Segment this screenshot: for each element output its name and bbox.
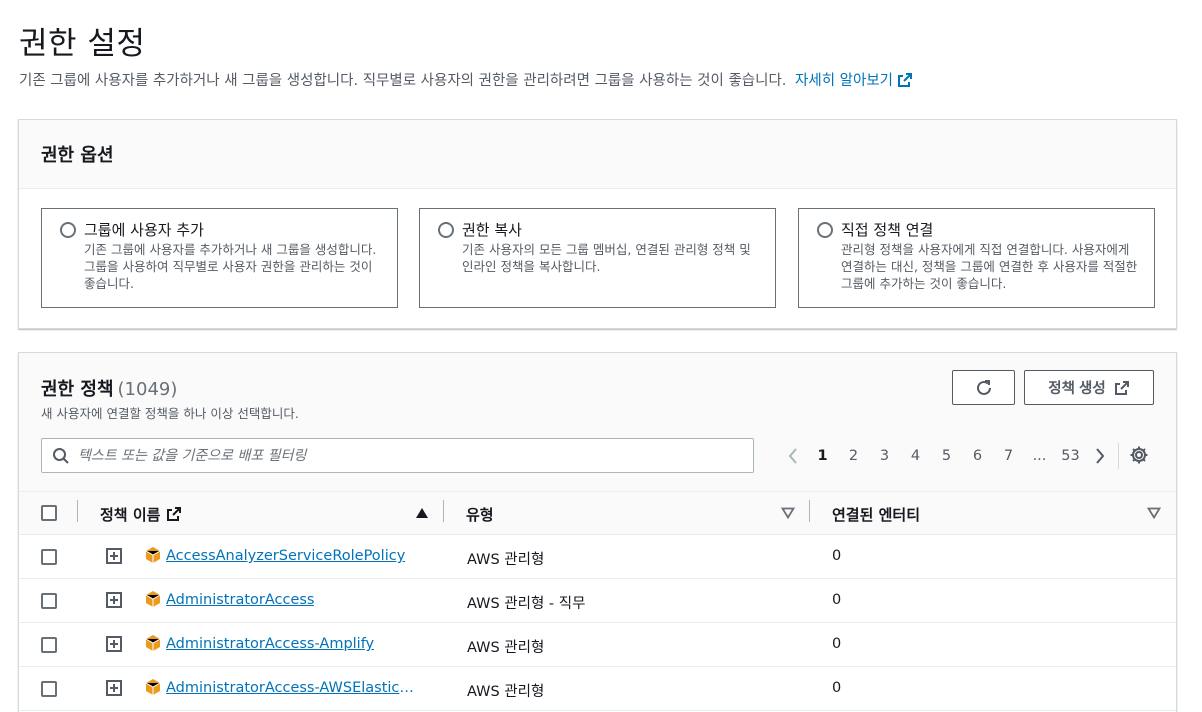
expand-icon[interactable] [106,548,122,564]
row-checkbox[interactable] [41,593,57,609]
option-description: 기존 사용자의 모든 그룹 멤버십, 연결된 관리형 정책 및 인라인 정책을 … [462,242,751,274]
page-5[interactable]: 5 [931,448,962,464]
sort-down-icon[interactable] [1147,507,1161,519]
policies-subtitle: 새 사용자에 연결할 정책을 하나 이상 선택합니다. [41,406,299,421]
policy-type: AWS 관리형 [467,684,545,700]
refresh-button[interactable] [952,370,1015,405]
expand-icon[interactable] [106,636,122,652]
next-page-button[interactable] [1086,447,1114,465]
table-row[interactable]: AdministratorAccess AWS 관리형 - 직무 0 [19,579,1176,623]
permission-policies-panel: 권한 정책 (1049) 새 사용자에 연결할 정책을 하나 이상 선택합니다. … [18,352,1177,712]
sort-up-icon[interactable] [415,507,429,519]
option-description: 관리형 정책을 사용자에게 직접 연결합니다. 사용자에게 연결하는 대신, 정… [841,242,1138,291]
page-description-text: 기존 그룹에 사용자를 추가하거나 새 그룹을 생성합니다. 직무별로 사용자의… [19,73,787,89]
radio-add-to-group[interactable] [60,222,76,238]
page-2[interactable]: 2 [838,448,869,464]
policy-name-link[interactable]: AdministratorAccess-Amplify [166,636,374,652]
page-3[interactable]: 3 [869,448,900,464]
page-1[interactable]: 1 [807,448,838,464]
settings-icon [1130,446,1148,464]
sort-down-icon[interactable] [781,507,795,519]
radio-copy-permissions[interactable] [438,222,454,238]
option-label: 그룹에 사용자 추가 [84,221,204,239]
learn-more-link[interactable]: 자세히 알아보기 [795,73,913,89]
policies-count: (1049) [117,379,178,400]
policy-cube-icon [145,679,161,695]
policy-cube-icon [145,591,161,607]
search-input[interactable] [78,439,738,472]
permission-options-panel: 권한 옵션 그룹에 사용자 추가 기존 그룹에 사용자를 추가하거나 새 그룹을… [18,119,1177,329]
attached-entities: 0 [832,592,842,608]
policies-title: 권한 정책 (1049) [41,375,177,401]
attached-entities: 0 [832,548,842,564]
chevron-left-icon [788,448,797,464]
column-name-label: 정책 이름 [100,506,161,524]
attached-entities: 0 [832,636,842,652]
row-checkbox[interactable] [41,637,57,653]
option-description: 기존 그룹에 사용자를 추가하거나 새 그룹을 생성합니다. 그룹을 사용하여 … [84,242,377,291]
page-6[interactable]: 6 [962,448,993,464]
attached-entities: 0 [832,680,842,696]
external-link-icon [898,73,913,87]
policy-type: AWS 관리형 - 직무 [467,596,586,612]
search-icon [53,448,69,464]
chevron-right-icon [1096,448,1105,464]
pagination: 1 2 3 4 5 6 7 ... 53 [779,445,1114,467]
option-label: 권한 복사 [462,221,522,239]
page-4[interactable]: 4 [900,448,931,464]
expand-icon[interactable] [106,592,122,608]
permission-options-title: 권한 옵션 [41,145,114,166]
column-divider [443,500,444,522]
expand-icon[interactable] [106,680,122,696]
permission-options-header: 권한 옵션 [19,120,1176,189]
policy-name-link[interactable]: AccessAnalyzerServiceRolePolicy [166,548,405,564]
policy-search[interactable] [41,438,754,473]
policy-type: AWS 관리형 [467,552,545,568]
page-description: 기존 그룹에 사용자를 추가하거나 새 그룹을 생성합니다. 직무별로 사용자의… [19,69,913,90]
page-7[interactable]: 7 [993,448,1024,464]
page-title: 권한 설정 [19,26,146,62]
option-add-to-group[interactable]: 그룹에 사용자 추가 기존 그룹에 사용자를 추가하거나 새 그룹을 생성합니다… [41,208,398,308]
create-policy-button[interactable]: 정책 생성 [1024,370,1154,405]
external-link-icon [1114,380,1129,395]
column-header-type[interactable]: 유형 [466,504,494,525]
table-row[interactable]: AdministratorAccess-AWSElasticBeanstalk … [19,667,1176,711]
option-label: 직접 정책 연결 [841,221,934,239]
option-copy-permissions[interactable]: 권한 복사 기존 사용자의 모든 그룹 멤버십, 연결된 관리형 정책 및 인라… [419,208,776,308]
column-header-entities[interactable]: 연결된 엔터티 [832,504,920,525]
table-header: 정책 이름 유형 연결된 엔터티 [19,492,1176,535]
table-row[interactable]: AccessAnalyzerServiceRolePolicy AWS 관리형 … [19,535,1176,579]
pager-divider [1118,443,1119,469]
radio-attach-policies[interactable] [817,222,833,238]
table-row[interactable]: AdministratorAccess-Amplify AWS 관리형 0 [19,623,1176,667]
policy-name-link[interactable]: AdministratorAccess-AWSElasticBeanstalk [166,680,416,696]
column-header-name[interactable]: 정책 이름 [100,504,182,525]
external-link-icon [167,507,182,521]
permission-policies-header: 권한 정책 (1049) 새 사용자에 연결할 정책을 하나 이상 선택합니다. … [19,353,1176,492]
row-checkbox[interactable] [41,549,57,565]
page-ellipsis: ... [1032,448,1047,464]
column-divider [77,500,78,522]
policy-cube-icon [145,547,161,563]
option-attach-policies[interactable]: 직접 정책 연결 관리형 정책을 사용자에게 직접 연결합니다. 사용자에게 연… [798,208,1155,308]
page-53[interactable]: 53 [1055,448,1086,464]
prev-page-button[interactable] [779,447,807,465]
policy-cube-icon [145,635,161,651]
column-divider [809,500,810,522]
select-all-checkbox[interactable] [41,505,57,521]
row-checkbox[interactable] [41,681,57,697]
policy-type: AWS 관리형 [467,640,545,656]
table-settings-button[interactable] [1129,445,1149,469]
create-policy-label: 정책 생성 [1048,381,1106,397]
policies-title-text: 권한 정책 [41,379,114,400]
policy-name-link[interactable]: AdministratorAccess [166,592,314,608]
learn-more-label: 자세히 알아보기 [795,73,894,89]
refresh-icon [976,379,991,395]
